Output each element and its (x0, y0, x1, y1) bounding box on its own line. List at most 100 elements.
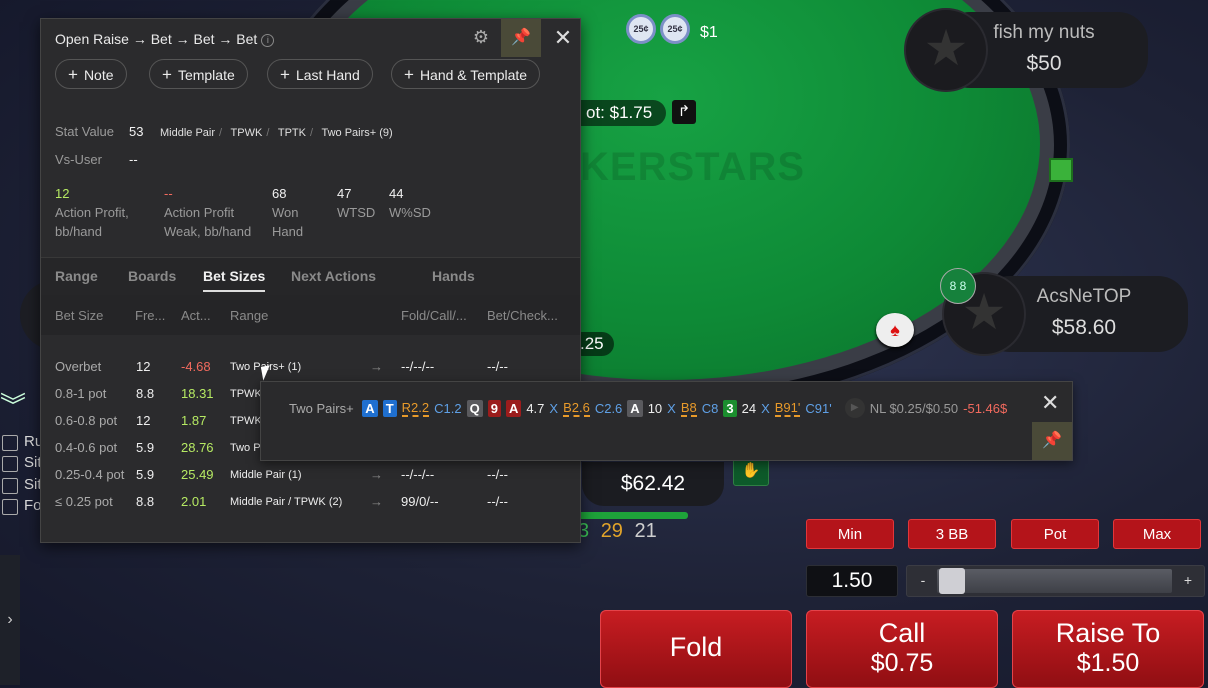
hand-line[interactable]: Two Pairs+ A T R2.2 C1.2 Q 9 A 4.7 X B2.6 C2.6 A 10 X… (289, 398, 1012, 418)
tab-next-actions[interactable]: Next Actions (291, 268, 376, 284)
action-token: R2.2 (401, 399, 430, 417)
option-checkbox[interactable]: Ru (0, 433, 43, 453)
side-panel-toggle[interactable]: › (0, 555, 20, 685)
column-header[interactable]: Fold/Call/... (401, 308, 467, 323)
column-header[interactable]: Range (230, 308, 268, 323)
column-header[interactable]: Bet Size (55, 308, 103, 323)
dealer-button-icon: ♠ (876, 313, 914, 347)
frequency-cell: 5.9 (136, 440, 155, 455)
timer-bar (578, 512, 688, 519)
card-token: T (382, 399, 397, 417)
double-chevron-icon[interactable]: ︾ (0, 386, 26, 423)
arrow-right-icon: → (370, 359, 383, 374)
column-header[interactable]: Bet/Check... (487, 308, 558, 323)
stat-tag[interactable]: TPWK (231, 127, 263, 139)
tab-boards[interactable]: Boards (128, 268, 176, 284)
action-token: C2.6 (594, 400, 623, 416)
tab-hands[interactable]: Hands (432, 268, 475, 284)
action-token: X (549, 400, 559, 416)
card-stat-icon[interactable]: 8 8 (940, 268, 976, 304)
button-label: Note (83, 67, 114, 83)
plus-icon: + (404, 65, 414, 84)
range-cell: TPWK (230, 388, 262, 400)
bet-check-cell: --/-- (487, 359, 508, 374)
checkbox-icon[interactable] (2, 435, 18, 451)
action-profit-cell: 18.31 (181, 386, 214, 401)
preset-max-button[interactable]: Max (1113, 519, 1201, 549)
fold-button[interactable]: Fold (600, 610, 792, 688)
range-cell: Middle Pair (1) (230, 469, 302, 481)
fold-label: Fold (669, 632, 723, 662)
action-profit-cell: 1.87 (181, 413, 207, 428)
call-button[interactable]: Call $0.75 (806, 610, 998, 688)
tab-bet-sizes[interactable]: Bet Sizes (203, 268, 266, 292)
stat-block: -- Action Profit Weak, bb/hand (164, 186, 264, 241)
preset-min-button[interactable]: Min (806, 519, 894, 549)
bet-check-cell: --/-- (487, 494, 508, 509)
card-token: A (627, 399, 643, 417)
checkbox-label: Sit (24, 476, 42, 493)
column-header[interactable]: Act... (181, 308, 211, 323)
vs-user-value: -- (129, 152, 138, 167)
arrow-right-icon: → (370, 467, 383, 482)
checkbox-icon[interactable] (2, 478, 18, 494)
gear-icon[interactable]: ⚙ (471, 27, 491, 47)
stakes-label: NL $0.25/$0.50 (869, 400, 959, 416)
action-token: B91' (774, 399, 801, 417)
hand-category: Two Pairs+ (289, 400, 354, 416)
table-row[interactable]: Overbet 12 -4.68 Two Pairs+ (1) --/--/-- --/-… (41, 353, 580, 380)
bet-slider[interactable]: - + (906, 565, 1205, 597)
checkbox-icon[interactable] (2, 456, 18, 472)
hand-tooltip: Two Pairs+ A T R2.2 C1.2 Q 9 A 4.7 X B2.6 C2.6 A 10 X… (260, 381, 1073, 461)
tab-range[interactable]: Range (55, 268, 98, 284)
pot-history-icon[interactable]: ↱ (672, 100, 696, 124)
player-avatar-icon[interactable]: ★ (904, 8, 988, 92)
stat-tag[interactable]: Two Pairs+ (9) (321, 127, 392, 139)
pin-icon[interactable]: 📌 (501, 19, 541, 57)
slider-thumb[interactable] (939, 568, 965, 594)
hero-hud-stats[interactable]: 3 29 21 (578, 520, 657, 543)
info-icon[interactable]: i (261, 34, 275, 47)
table-row[interactable]: ≤ 0.25 pot 8.8 2.01 Middle Pair / TPWK (2) 9… (41, 488, 580, 515)
bet-size-cell: 0.8-1 pot (55, 386, 107, 401)
table-row[interactable]: 0.25-0.4 pot 5.9 25.49 Middle Pair (1) --/--… (41, 461, 580, 488)
plus-icon: + (68, 65, 78, 84)
add-hand-template-button[interactable]: + Hand & Template (391, 59, 541, 89)
close-icon[interactable]: ✕ (1041, 390, 1059, 416)
option-checkbox[interactable]: Fo (0, 497, 42, 517)
slider-plus-button[interactable]: + (1178, 570, 1198, 590)
slider-track[interactable] (937, 569, 1172, 593)
card-token: A (505, 399, 522, 417)
range-cell: Two P (230, 442, 261, 454)
add-last-hand-button[interactable]: + Last Hand (267, 59, 373, 89)
raise-button[interactable]: Raise To $1.50 (1012, 610, 1204, 688)
hud-title-text: Open Raise → Bet → Bet → Bet (55, 31, 258, 47)
frequency-cell: 12 (136, 359, 151, 374)
stat-tag[interactable]: Middle Pair (160, 127, 215, 139)
option-checkbox[interactable]: Sit (0, 454, 42, 474)
card-token: Q (466, 399, 483, 417)
close-icon[interactable]: ✕ (551, 25, 575, 51)
preset-3bb-button[interactable]: 3 BB (908, 519, 996, 549)
stat-number: 44 (389, 186, 404, 201)
add-template-button[interactable]: + Template (149, 59, 248, 89)
pin-icon[interactable]: 📌 (1032, 422, 1072, 460)
stat-number: 12 (55, 186, 70, 201)
stat-value-label: Stat Value (55, 124, 115, 139)
tag-separator: / (266, 127, 270, 139)
action-token: X (761, 400, 770, 416)
top-bet-amount: $1 (700, 24, 718, 41)
column-header[interactable]: Fre... (135, 308, 165, 323)
checkbox-label: Fo (24, 497, 42, 514)
call-label: Call (878, 618, 926, 648)
play-icon[interactable]: ▶ (844, 398, 865, 418)
preset-pot-button[interactable]: Pot (1011, 519, 1099, 549)
add-note-button[interactable]: + Note (55, 59, 127, 89)
option-checkbox[interactable]: Sit (0, 476, 42, 496)
action-token: B2.6 (563, 399, 590, 417)
slider-minus-button[interactable]: - (913, 570, 933, 590)
vs-user-label: Vs-User (55, 152, 102, 167)
stat-tag[interactable]: TPTK (278, 127, 306, 139)
bet-amount-input[interactable]: 1.50 (806, 565, 898, 597)
checkbox-icon[interactable] (2, 499, 18, 515)
